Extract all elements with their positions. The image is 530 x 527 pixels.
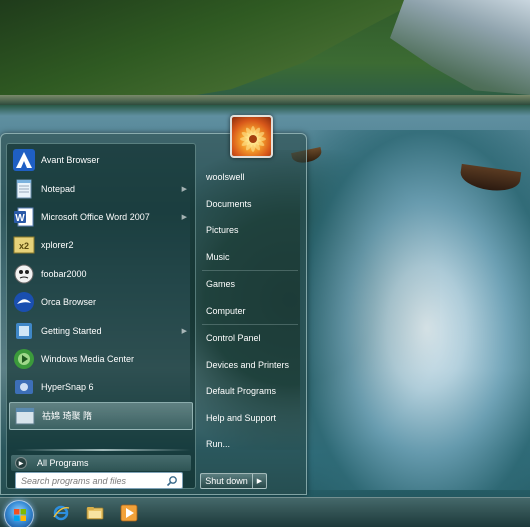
program-label: 祜婂 琦聚 隋 [42, 411, 93, 422]
all-programs-button[interactable]: ▶ All Programs [11, 455, 191, 471]
pinned-programs-list: Avant Browser Notepad ▶ W Microsoft Office W… [9, 146, 193, 430]
start-menu-programs-pane: Avant Browser Notepad ▶ W Microsoft Office W… [6, 143, 196, 489]
programs-separator [15, 449, 191, 451]
right-item-devices-printers[interactable]: Devices and Printers [197, 352, 303, 379]
avant-browser-icon [13, 149, 35, 172]
wallpaper-mountain-left [0, 0, 420, 105]
word-icon: W [13, 206, 35, 228]
svg-text:x2: x2 [19, 241, 29, 251]
program-label: Avant Browser [41, 155, 100, 166]
program-item[interactable]: W Microsoft Office Word 2007 ▶ [9, 203, 193, 231]
right-item-help-support[interactable]: Help and Support [197, 405, 303, 432]
program-label: Windows Media Center [41, 353, 135, 364]
program-label: xplorer2 [41, 240, 74, 251]
program-item[interactable]: 祜婂 琦聚 隋 [9, 401, 193, 430]
program-label: Orca Browser [41, 297, 97, 308]
program-label: HyperSnap 6 [41, 382, 94, 393]
submenu-arrow-icon[interactable]: ▶ [182, 185, 187, 193]
start-menu-places-pane: woolswell Documents Pictures Music Games Comp… [197, 164, 303, 458]
program-item[interactable]: foobar2000 [9, 260, 193, 288]
user-picture-avatar[interactable] [230, 115, 273, 158]
program-label: Notepad [41, 183, 76, 194]
right-arrow-icon: ▶ [15, 457, 27, 469]
shutdown-options-button[interactable]: ▶ [253, 473, 267, 489]
media-center-icon [13, 348, 35, 370]
right-item-music[interactable]: Music [197, 244, 303, 271]
windows-logo-icon [14, 509, 26, 521]
taskbar [0, 497, 530, 527]
xplorer2-icon: x2 [13, 234, 35, 256]
windows-explorer-icon[interactable] [86, 504, 104, 522]
right-item-computer[interactable]: Computer [197, 298, 303, 325]
svg-text:W: W [15, 213, 25, 224]
notepad-icon [13, 178, 35, 200]
submenu-arrow-icon[interactable]: ▶ [182, 327, 187, 335]
program-label: Microsoft Office Word 2007 [41, 211, 150, 222]
media-player-icon[interactable] [120, 504, 138, 522]
submenu-arrow-icon[interactable]: ▶ [182, 213, 187, 221]
start-menu: Avant Browser Notepad ▶ W Microsoft Office W… [0, 133, 307, 495]
program-item[interactable]: x2 xplorer2 [9, 231, 193, 259]
wallpaper-mountain-right [390, 0, 530, 95]
right-item-run[interactable]: Run... [197, 431, 303, 458]
program-item[interactable]: Windows Media Center [9, 345, 193, 373]
right-item-pictures[interactable]: Pictures [197, 217, 303, 244]
wallpaper-shore [0, 95, 530, 105]
right-item-control-panel[interactable]: Control Panel [197, 325, 303, 352]
program-item[interactable]: Orca Browser [9, 288, 193, 316]
right-item-user[interactable]: woolswell [197, 164, 303, 191]
all-programs-label: All Programs [37, 458, 89, 468]
start-orb-icon[interactable] [4, 500, 34, 527]
internet-explorer-icon[interactable] [52, 504, 70, 522]
foobar2000-icon [13, 263, 35, 285]
program-item[interactable]: Notepad ▶ [9, 174, 193, 202]
program-item[interactable]: Getting Started ▶ [9, 316, 193, 344]
right-item-games[interactable]: Games [197, 271, 303, 298]
orca-browser-icon [13, 291, 35, 313]
shutdown-group: Shut down ▶ [200, 473, 267, 489]
search-input[interactable] [16, 475, 162, 486]
shutdown-button[interactable]: Shut down [200, 473, 253, 489]
search-icon[interactable] [166, 475, 178, 487]
right-arrow-icon: ▶ [256, 478, 263, 485]
program-label: foobar2000 [41, 268, 87, 279]
getting-started-icon [13, 320, 35, 342]
program-item[interactable]: Avant Browser [9, 146, 193, 174]
hypersnap-icon [13, 376, 35, 398]
app-icon [14, 405, 36, 427]
program-label: Getting Started [41, 325, 102, 336]
flower-icon [240, 126, 266, 152]
right-item-default-programs[interactable]: Default Programs [197, 378, 303, 405]
program-item[interactable]: HyperSnap 6 [9, 373, 193, 401]
start-search-box[interactable] [15, 472, 183, 489]
right-item-documents[interactable]: Documents [197, 191, 303, 218]
